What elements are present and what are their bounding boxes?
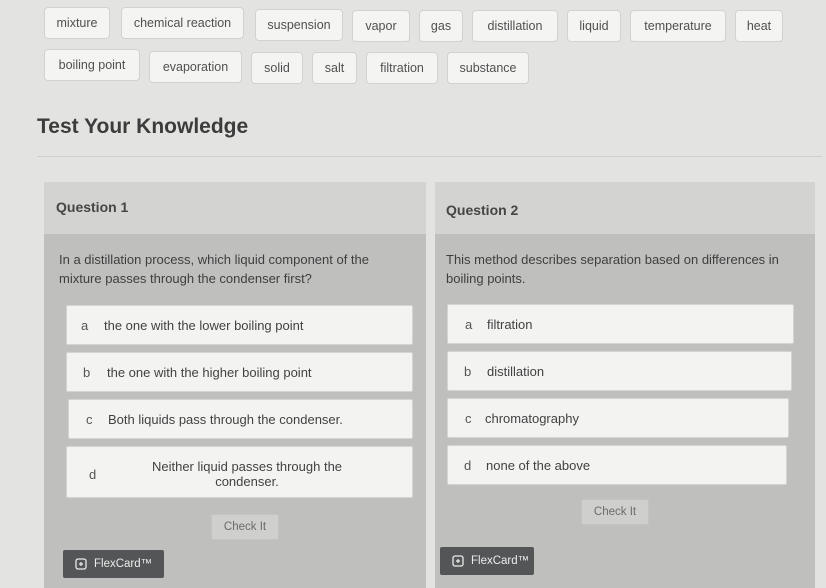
option-text: the one with the higher boiling point	[107, 365, 312, 380]
vocab-tag-evaporation[interactable]: evaporation	[149, 51, 242, 83]
option-text: filtration	[487, 317, 533, 332]
option-letter: d	[89, 467, 97, 482]
question-card-2: Question 2 This method describes separat…	[435, 182, 815, 588]
answer-option-c[interactable]: c Both liquids pass through the condense…	[68, 399, 413, 439]
vocab-tag-chemical-reaction[interactable]: chemical reaction	[121, 7, 244, 39]
flexcard-button[interactable]: FlexCard™	[440, 547, 534, 575]
option-letter: d	[464, 458, 472, 473]
option-text: the one with the lower boiling point	[104, 318, 304, 333]
vocab-tag-filtration[interactable]: filtration	[366, 52, 438, 84]
question-text: This method describes separation based o…	[446, 252, 779, 286]
section-divider	[37, 156, 822, 157]
option-text: chromatography	[485, 411, 579, 426]
question-card-1: Question 1 In a distillation process, wh…	[44, 182, 426, 588]
option-letter: a	[81, 318, 89, 333]
answer-option-d[interactable]: d none of the above	[447, 445, 787, 485]
answer-option-b[interactable]: b the one with the higher boiling point	[66, 352, 413, 392]
vocab-tag-gas[interactable]: gas	[419, 10, 463, 42]
option-letter: b	[83, 365, 91, 380]
answer-option-c[interactable]: c chromatography	[447, 398, 789, 438]
option-letter: c	[465, 411, 472, 426]
option-letter: a	[465, 317, 473, 332]
option-letter: c	[86, 412, 93, 427]
vocab-tag-vapor[interactable]: vapor	[352, 10, 410, 42]
vocab-tag-solid[interactable]: solid	[251, 52, 303, 84]
vocab-tag-heat[interactable]: heat	[735, 10, 783, 42]
option-text: Both liquids pass through the condenser.	[108, 412, 343, 427]
flexcard-label: FlexCard™	[94, 558, 153, 570]
flexcard-label: FlexCard™	[471, 555, 530, 567]
flashcard-icon	[75, 558, 87, 570]
option-text: Neither liquid passes through the conden…	[151, 459, 343, 489]
answer-option-b[interactable]: b distillation	[447, 351, 792, 391]
vocab-tag-liquid[interactable]: liquid	[567, 10, 621, 42]
vocab-tag-substance[interactable]: substance	[447, 52, 529, 84]
vocab-tag-mixture[interactable]: mixture	[44, 7, 110, 39]
question-text: In a distillation process, which liquid …	[59, 252, 370, 286]
vocab-tag-temperature[interactable]: temperature	[630, 10, 726, 42]
option-text: none of the above	[486, 458, 591, 473]
option-letter: b	[464, 364, 472, 379]
answer-option-a[interactable]: a filtration	[447, 304, 794, 344]
flexcard-button[interactable]: FlexCard™	[63, 550, 164, 578]
section-title: Test Your Knowledge	[37, 115, 249, 138]
answer-option-a[interactable]: a the one with the lower boiling point	[66, 305, 413, 345]
vocab-tag-salt[interactable]: salt	[312, 52, 357, 84]
option-text: distillation	[487, 364, 545, 379]
answer-option-d[interactable]: d Neither liquid passes through the cond…	[66, 446, 413, 498]
question-title: Question 1	[56, 199, 129, 215]
vocab-tag-distillation[interactable]: distillation	[472, 10, 558, 42]
check-it-button[interactable]: Check It	[581, 499, 649, 525]
vocab-tag-boiling-point[interactable]: boiling point	[44, 49, 140, 81]
flashcard-icon	[452, 555, 464, 567]
question-title: Question 2	[446, 202, 519, 218]
vocab-tag-suspension[interactable]: suspension	[255, 9, 343, 41]
check-it-button[interactable]: Check It	[211, 514, 279, 540]
